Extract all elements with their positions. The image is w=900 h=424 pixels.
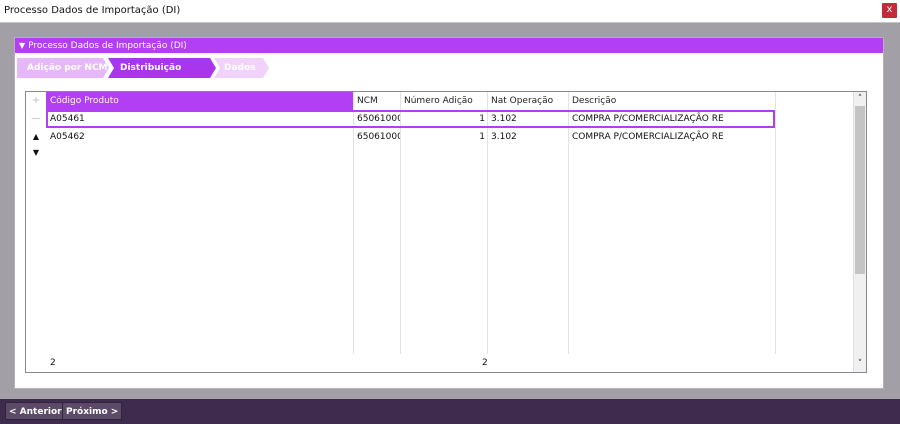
column-header-descricao[interactable]: Descrição — [568, 92, 775, 110]
grid-header: Código Produto NCM Número Adição Nat Ope… — [46, 92, 855, 110]
cell-nat-operacao[interactable]: 3.102 — [487, 128, 568, 146]
dialog-panel: ▼ Processo Dados de Importação (DI) Adiçã… — [14, 37, 884, 389]
cell-descricao[interactable]: COMPRA P/COMERCIALIZAÇÃO RE — [568, 110, 775, 128]
close-button[interactable]: x — [882, 3, 897, 18]
table-row[interactable]: A05462 65061000 1 3.102 COMPRA P/COMERCI… — [46, 128, 855, 146]
panel-header-title: Processo Dados de Importação (DI) — [28, 41, 187, 51]
cell-ncm[interactable]: 65061000 — [353, 128, 400, 146]
wizard-footer: < Anterior Próximo > — [0, 399, 900, 424]
cell-ncm[interactable]: 65061000 — [353, 110, 400, 128]
cell-codigo-produto[interactable]: A05461 — [46, 110, 353, 128]
window-title: Processo Dados de Importação (DI) — [4, 5, 181, 16]
scroll-up-icon[interactable]: ˄ — [854, 93, 866, 105]
data-grid: + — ▲ ▼ Código Produto NCM Número Adição… — [25, 91, 867, 373]
step-dados-di[interactable]: Dados DI — [214, 58, 269, 78]
grid-footer: 2 2 — [46, 354, 855, 372]
cell-codigo-produto[interactable]: A05462 — [46, 128, 353, 146]
cell-numero-adicao[interactable]: 1 — [400, 128, 487, 146]
step-adicao-por-ncm[interactable]: Adição por NCM — [17, 58, 109, 78]
window-client-area: ▼ Processo Dados de Importação (DI) Adiçã… — [0, 23, 900, 399]
cell-numero-adicao[interactable]: 1 — [400, 110, 487, 128]
column-header-codigo-produto[interactable]: Código Produto — [46, 92, 353, 110]
footer-sum-numero-adicao: 2 — [482, 358, 488, 368]
move-up-icon[interactable]: ▲ — [30, 131, 42, 143]
add-row-icon[interactable]: + — [30, 95, 42, 107]
next-button[interactable]: Próximo > — [62, 402, 123, 420]
column-header-ncm[interactable]: NCM — [353, 92, 400, 110]
collapse-triangle-icon[interactable]: ▼ — [19, 38, 25, 53]
column-header-numero-adicao[interactable]: Número Adição — [400, 92, 487, 110]
window-titlebar: Processo Dados de Importação (DI) x — [0, 0, 900, 23]
vertical-scrollbar[interactable]: ˄ ˅ — [853, 92, 866, 372]
previous-button[interactable]: < Anterior — [5, 402, 66, 420]
remove-row-icon[interactable]: — — [30, 113, 42, 125]
column-header-nat-operacao[interactable]: Nat Operação — [487, 92, 568, 110]
grid-navigator: + — ▲ ▼ — [26, 92, 46, 372]
cell-nat-operacao[interactable]: 3.102 — [487, 110, 568, 128]
scroll-down-icon[interactable]: ˅ — [854, 358, 866, 370]
scrollbar-thumb[interactable] — [855, 106, 865, 274]
move-down-icon[interactable]: ▼ — [30, 147, 42, 159]
footer-row-count: 2 — [50, 358, 56, 368]
cell-descricao[interactable]: COMPRA P/COMERCIALIZAÇÃO RE — [568, 128, 775, 146]
step-distribuicao-adicao[interactable]: Distribuição Adição — [108, 58, 216, 78]
panel-header[interactable]: ▼ Processo Dados de Importação (DI) — [15, 38, 883, 53]
table-row[interactable]: A05461 65061000 1 3.102 COMPRA P/COMERCI… — [46, 110, 775, 128]
